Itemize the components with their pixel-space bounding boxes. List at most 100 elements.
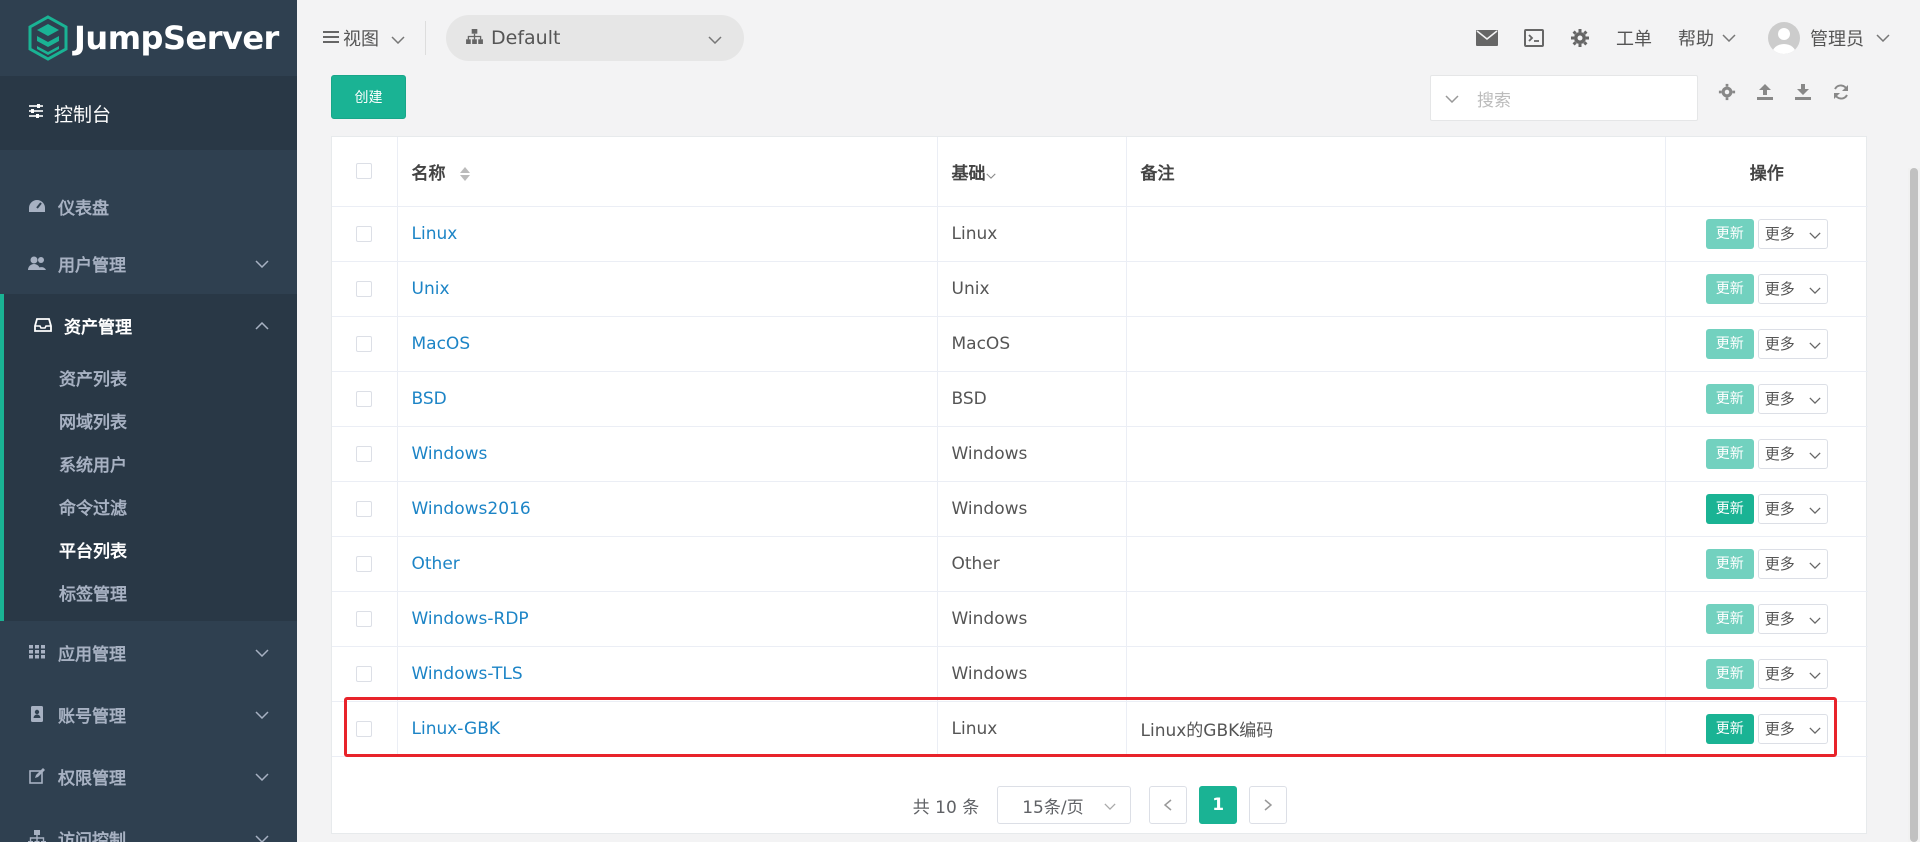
sidebar-sub-command-filter[interactable]: 命令过滤 — [4, 485, 297, 528]
platform-name-link[interactable]: Windows2016 — [412, 499, 531, 519]
cell-name: Linux — [397, 206, 938, 262]
sidebar-sub-label-manage[interactable]: 标签管理 — [4, 571, 297, 621]
sidebar-item-users[interactable]: 用户管理 — [0, 232, 297, 294]
update-button[interactable]: 更新 — [1705, 713, 1754, 744]
platform-name-link[interactable]: BSD — [412, 389, 447, 409]
search-box[interactable]: 搜索 — [1430, 75, 1698, 121]
update-button[interactable]: 更新 — [1705, 493, 1754, 524]
update-button[interactable]: 更新 — [1705, 548, 1754, 579]
update-button[interactable]: 更新 — [1705, 603, 1754, 634]
sort-icon[interactable] — [459, 166, 471, 182]
view-menu[interactable]: 视图 — [323, 21, 426, 55]
page-size-select[interactable]: 15条/页 — [997, 786, 1132, 824]
more-dropdown[interactable]: 更多 — [1757, 328, 1828, 359]
chevron-down-icon — [1876, 34, 1890, 42]
more-dropdown[interactable]: 更多 — [1757, 603, 1828, 634]
settings-icon[interactable] — [1718, 83, 1736, 106]
row-checkbox[interactable] — [356, 280, 373, 297]
update-button[interactable]: 更新 — [1705, 658, 1754, 689]
sidebar-item-access-control[interactable]: 访问控制 — [0, 807, 297, 842]
sidebar-item-dashboard[interactable]: 仪表盘 — [0, 180, 297, 232]
more-dropdown[interactable]: 更多 — [1757, 273, 1828, 304]
scrollbar[interactable] — [1908, 168, 1920, 842]
column-header-comment: 备注 — [1126, 137, 1666, 207]
row-checkbox[interactable] — [356, 555, 373, 572]
more-dropdown[interactable]: 更多 — [1757, 658, 1828, 689]
more-dropdown[interactable]: 更多 — [1757, 218, 1828, 249]
user-menu[interactable]: 管理员 — [1768, 22, 1890, 54]
chevron-down-icon — [255, 642, 269, 662]
column-header-base[interactable]: 基础 — [937, 137, 1127, 207]
update-button[interactable]: 更新 — [1705, 383, 1754, 414]
cell-base: Windows — [937, 481, 1127, 537]
more-dropdown[interactable]: 更多 — [1757, 713, 1828, 744]
help-menu[interactable]: 帮助 — [1678, 25, 1736, 51]
row-checkbox[interactable] — [356, 390, 373, 407]
platform-name-link[interactable]: Unix — [412, 279, 450, 299]
sidebar-sub-asset-list[interactable]: 资产列表 — [4, 356, 297, 399]
table-row: Windows-RDP Windows 更新 更多 — [332, 591, 1868, 647]
more-dropdown[interactable]: 更多 — [1757, 438, 1828, 469]
search-input[interactable]: 搜索 — [1477, 86, 1511, 111]
chevron-down-icon — [1104, 795, 1116, 815]
cell-actions: 更新 更多 — [1665, 426, 1868, 482]
sidebar-item-assets[interactable]: 资产管理 — [4, 294, 297, 356]
platform-name-link[interactable]: Windows-RDP — [412, 609, 529, 629]
column-header-name[interactable]: 名称 — [397, 137, 938, 207]
row-select-cell — [332, 371, 398, 427]
upload-icon[interactable] — [1756, 83, 1774, 106]
refresh-icon[interactable] — [1832, 83, 1850, 106]
platform-name-link[interactable]: MacOS — [412, 334, 471, 354]
row-checkbox[interactable] — [356, 665, 373, 682]
ticket-link[interactable]: 工单 — [1616, 25, 1652, 51]
update-button[interactable]: 更新 — [1705, 438, 1754, 469]
cell-comment — [1126, 316, 1666, 372]
create-button[interactable]: 创建 — [331, 75, 406, 119]
more-dropdown[interactable]: 更多 — [1757, 383, 1828, 414]
sidebar-item-applications[interactable]: 应用管理 — [0, 621, 297, 683]
next-page-button[interactable] — [1249, 786, 1288, 824]
org-select[interactable]: Default — [446, 15, 744, 61]
page-button-current[interactable]: 1 — [1199, 786, 1238, 824]
sidebar-sub-system-users[interactable]: 系统用户 — [4, 442, 297, 485]
row-checkbox[interactable] — [356, 225, 373, 242]
more-dropdown[interactable]: 更多 — [1757, 548, 1828, 579]
cell-base: Other — [937, 536, 1127, 592]
platform-name-link[interactable]: Linux-GBK — [412, 719, 501, 739]
sidebar-sub-platform-list[interactable]: 平台列表 — [4, 528, 297, 571]
sitemap-icon — [26, 830, 48, 842]
platform-name-link[interactable]: Linux — [412, 224, 458, 244]
platform-name-link[interactable]: Windows-TLS — [412, 664, 523, 684]
mail-icon[interactable] — [1476, 30, 1498, 46]
download-icon[interactable] — [1794, 83, 1812, 106]
cell-base: Windows — [937, 426, 1127, 482]
update-button[interactable]: 更新 — [1705, 328, 1754, 359]
platform-name-link[interactable]: Windows — [412, 444, 488, 464]
sidebar-console[interactable]: 控制台 — [0, 76, 297, 150]
update-button[interactable]: 更新 — [1705, 218, 1754, 249]
row-select-cell — [332, 206, 398, 262]
cell-actions: 更新 更多 — [1665, 591, 1868, 647]
gear-icon[interactable] — [1570, 28, 1590, 48]
chevron-down-icon[interactable] — [1445, 88, 1459, 108]
sidebar-sub-domain-list[interactable]: 网域列表 — [4, 399, 297, 442]
select-all-checkbox[interactable] — [356, 163, 373, 180]
sidebar-item-permissions[interactable]: 权限管理 — [0, 745, 297, 807]
row-checkbox[interactable] — [356, 500, 373, 517]
table-row: Unix Unix 更新 更多 — [332, 261, 1868, 317]
more-dropdown[interactable]: 更多 — [1757, 493, 1828, 524]
platform-name-link[interactable]: Other — [412, 554, 460, 574]
row-select-cell — [332, 426, 398, 482]
chevron-down-icon — [1809, 280, 1821, 298]
row-checkbox[interactable] — [356, 720, 373, 737]
row-checkbox[interactable] — [356, 610, 373, 627]
row-checkbox[interactable] — [356, 335, 373, 352]
cell-comment: Linux的GBK编码 — [1126, 701, 1666, 757]
row-checkbox[interactable] — [356, 445, 373, 462]
logo[interactable]: JumpServer — [0, 0, 297, 76]
scrollbar-thumb[interactable] — [1910, 168, 1918, 842]
prev-page-button[interactable] — [1149, 786, 1188, 824]
sidebar-item-accounts[interactable]: 账号管理 — [0, 683, 297, 745]
terminal-icon[interactable] — [1524, 29, 1544, 47]
update-button[interactable]: 更新 — [1705, 273, 1754, 304]
